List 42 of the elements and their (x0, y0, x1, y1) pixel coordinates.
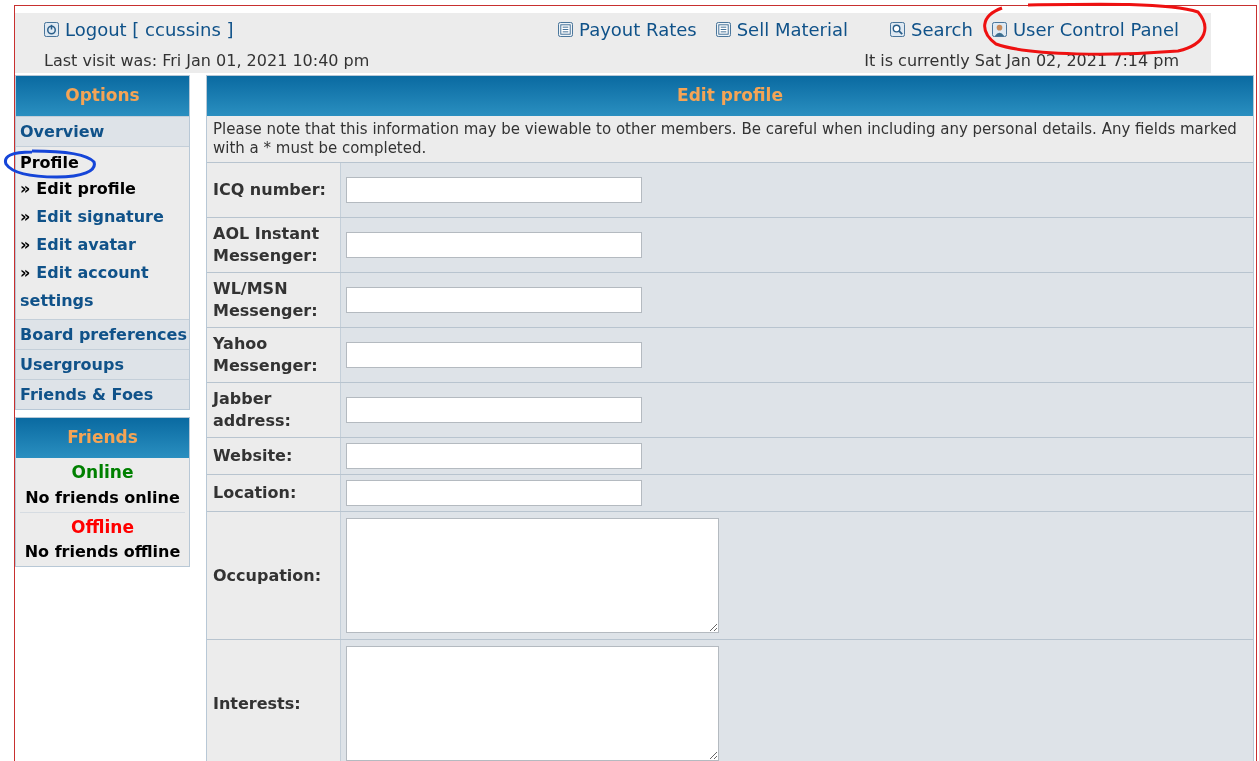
options-header: Options (16, 76, 189, 116)
field-label: ICQ number: (213, 179, 326, 201)
text-input[interactable] (346, 342, 642, 368)
friends-status: Online (71, 461, 134, 484)
text-input[interactable] (346, 480, 642, 506)
header-link[interactable]: Search (890, 16, 973, 43)
text-input[interactable] (346, 397, 642, 423)
header-link[interactable]: Payout Rates (558, 16, 697, 43)
sidebar-subitem[interactable]: » Edit signature (20, 203, 185, 231)
field-label: Occupation: (213, 564, 322, 587)
field-label: AOL Instant Messenger: (213, 223, 321, 267)
field-label: WL/MSN Messenger: (213, 278, 319, 322)
friends-text: No friends online (25, 486, 180, 509)
last-visit-text: Last visit was: Fri Jan 01, 2021 10:40 pm (44, 50, 370, 72)
field-label: Jabber address: (213, 388, 292, 432)
field-label: Yahoo Messenger: (213, 333, 319, 377)
form-header: Edit profile (207, 76, 1253, 116)
form-note: Please note that this information may be viewable to other members. Be careful when including any personal details. Any fields marked with a * must be completed. (207, 116, 1253, 162)
text-input[interactable] (346, 443, 642, 469)
text-input[interactable] (346, 287, 642, 313)
sidebar-subitem[interactable]: » Edit account settings (20, 259, 185, 315)
text-input[interactable] (346, 232, 642, 258)
text-area[interactable] (346, 518, 719, 633)
field-label: Website: (213, 445, 293, 467)
search-icon (890, 22, 906, 37)
sidebar-subitem[interactable]: » Edit profile (20, 175, 185, 203)
sidebar-subitem[interactable]: » Edit avatar (20, 231, 185, 259)
logout-link[interactable]: Logout [ ccussins ] (44, 16, 234, 43)
field-label: Location: (213, 482, 297, 504)
friends-header: Friends (16, 418, 189, 458)
text-input[interactable] (346, 177, 642, 203)
power-icon (44, 22, 59, 37)
header-link[interactable]: User Control Panel (991, 16, 1179, 43)
field-label: Interests: (213, 692, 301, 715)
sidebar-item[interactable]: Profile (20, 153, 79, 172)
header-link[interactable]: Sell Material (715, 16, 849, 43)
list-icon (715, 22, 731, 37)
friends-status: Offline (71, 515, 134, 539)
text-area[interactable] (346, 646, 719, 761)
list-icon (558, 22, 574, 37)
user-icon (991, 22, 1007, 37)
friends-text: No friends offline (24, 541, 181, 563)
